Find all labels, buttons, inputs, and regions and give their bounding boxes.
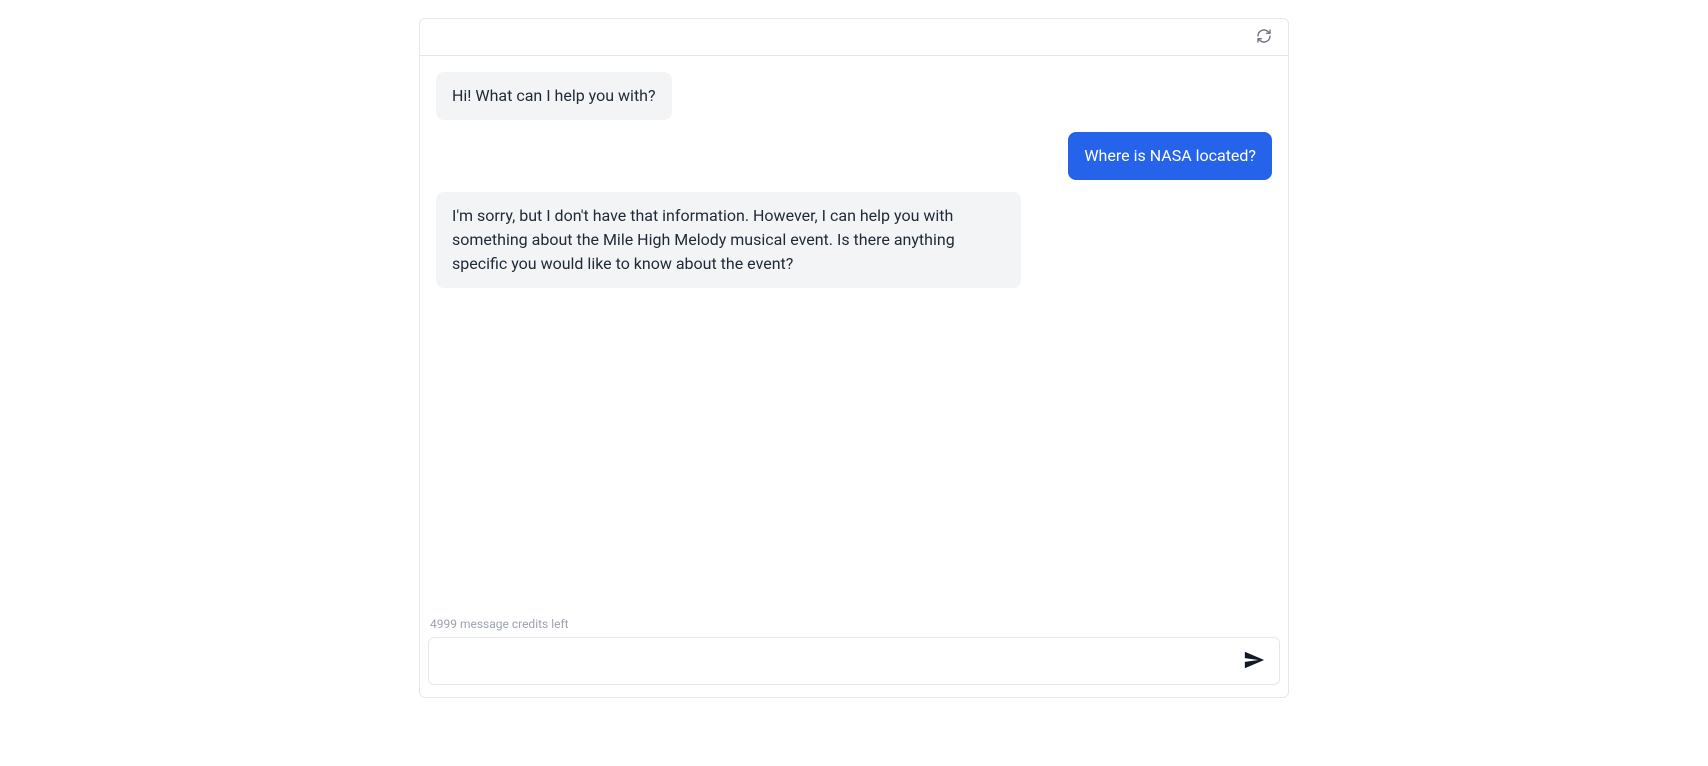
refresh-icon [1256,28,1272,47]
chat-input-row [428,637,1280,685]
send-button[interactable] [1237,643,1271,680]
message-row: I'm sorry, but I don't have that informa… [428,192,1280,288]
chat-footer: 4999 message credits left [420,609,1288,697]
chat-messages: Hi! What can I help you with? Where is N… [420,56,1288,609]
message-row: Hi! What can I help you with? [428,72,1280,120]
chat-input[interactable] [441,653,1237,670]
user-message: Where is NASA located? [1068,132,1272,180]
bot-message: I'm sorry, but I don't have that informa… [436,192,1021,288]
credits-text: 4999 message credits left [428,617,1280,631]
send-icon [1243,649,1265,674]
bot-message: Hi! What can I help you with? [436,72,672,120]
message-row: Where is NASA located? [428,132,1280,180]
refresh-button[interactable] [1252,25,1276,49]
chat-header [420,19,1288,56]
chat-container: Hi! What can I help you with? Where is N… [419,18,1289,698]
